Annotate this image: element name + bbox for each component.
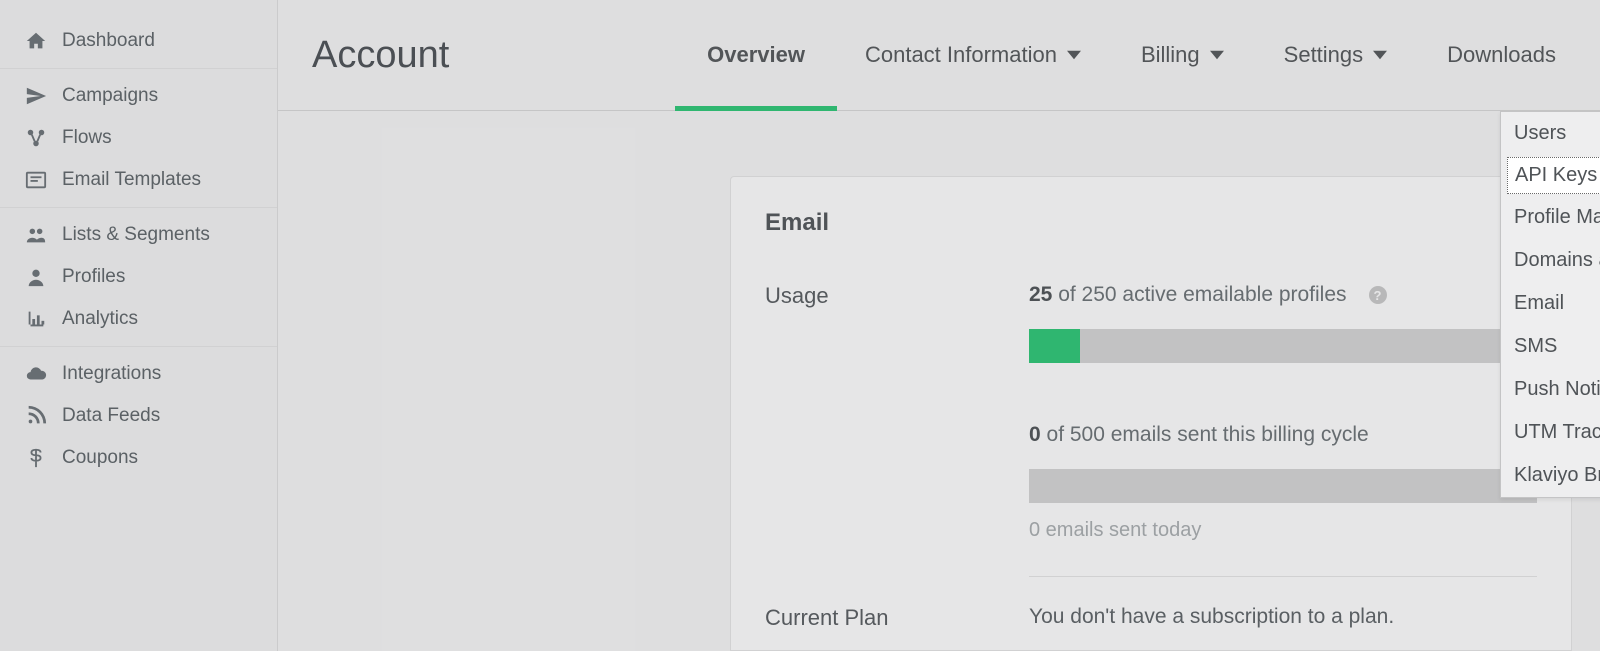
profiles-progress-fill — [1029, 329, 1080, 363]
tab-contact-information[interactable]: Contact Information — [865, 0, 1081, 110]
email-card: Email Usage 25 of 250 active emailable p… — [730, 176, 1572, 651]
usage-profiles-line: 25 of 250 active emailable profiles ? — [1029, 283, 1537, 307]
profile-icon — [24, 266, 48, 288]
template-icon — [24, 169, 48, 191]
dropdown-item-domains-hosting[interactable]: Domains and Hosting — [1501, 239, 1600, 282]
chevron-down-icon — [1373, 42, 1387, 68]
main-content: Account Overview Contact Information Bil… — [278, 0, 1600, 651]
tab-label: Billing — [1141, 42, 1200, 68]
rss-icon — [24, 405, 48, 427]
emails-suffix: of 500 emails sent this billing cycle — [1041, 423, 1369, 446]
emails-count: 0 — [1029, 423, 1041, 446]
dropdown-item-sms[interactable]: SMS — [1501, 325, 1600, 368]
help-icon[interactable]: ? — [1369, 286, 1387, 304]
sidebar-item-dashboard[interactable]: Dashboard — [0, 20, 277, 62]
sidebar-item-label: Campaigns — [62, 85, 158, 107]
emails-progress-bar — [1029, 469, 1537, 503]
cloud-icon — [24, 363, 48, 385]
topbar: Account Overview Contact Information Bil… — [278, 0, 1600, 111]
dropdown-item-api-keys[interactable]: API Keys — [1507, 157, 1600, 194]
sidebar-item-analytics[interactable]: Analytics — [0, 298, 277, 340]
chevron-down-icon — [1067, 42, 1081, 68]
dropdown-item-klaviyo-branding[interactable]: Klaviyo Branding — [1501, 454, 1600, 497]
tab-label: Downloads — [1447, 42, 1556, 68]
chevron-down-icon — [1210, 42, 1224, 68]
tab-downloads[interactable]: Downloads — [1447, 0, 1556, 110]
tab-overview[interactable]: Overview — [707, 0, 805, 110]
sidebar: Dashboard Campaigns Flows Email Template… — [0, 0, 278, 651]
current-plan-label: Current Plan — [765, 605, 1029, 631]
tab-label: Settings — [1284, 42, 1364, 68]
tab-settings[interactable]: Settings — [1284, 0, 1388, 110]
dropdown-item-users[interactable]: Users — [1501, 112, 1600, 155]
sidebar-item-label: Data Feeds — [62, 405, 160, 427]
settings-dropdown: Users API Keys Profile Maintenance Domai… — [1500, 111, 1600, 498]
dollar-icon — [24, 447, 48, 469]
tab-billing[interactable]: Billing — [1141, 0, 1224, 110]
sidebar-item-label: Dashboard — [62, 30, 155, 52]
dropdown-item-push-notification[interactable]: Push Notification — [1501, 368, 1600, 411]
sidebar-item-campaigns[interactable]: Campaigns — [0, 75, 277, 117]
sidebar-item-label: Lists & Segments — [62, 224, 210, 246]
sidebar-item-integrations[interactable]: Integrations — [0, 353, 277, 395]
sidebar-item-email-templates[interactable]: Email Templates — [0, 159, 277, 201]
sidebar-item-lists-segments[interactable]: Lists & Segments — [0, 214, 277, 256]
sidebar-item-flows[interactable]: Flows — [0, 117, 277, 159]
sidebar-item-profiles[interactable]: Profiles — [0, 256, 277, 298]
current-plan-text: You don't have a subscription to a plan. — [1029, 605, 1537, 629]
emails-sent-today: 0 emails sent today — [1029, 519, 1537, 542]
sidebar-item-label: Analytics — [62, 308, 138, 330]
tab-label: Contact Information — [865, 42, 1057, 68]
divider — [1029, 576, 1537, 577]
chart-icon — [24, 308, 48, 330]
tab-label: Overview — [707, 42, 805, 68]
sidebar-item-label: Coupons — [62, 447, 138, 469]
profiles-progress-bar — [1029, 329, 1537, 363]
sidebar-item-label: Integrations — [62, 363, 161, 385]
usage-label: Usage — [765, 283, 1029, 309]
send-icon — [24, 85, 48, 107]
dropdown-item-utm-tracking[interactable]: UTM Tracking — [1501, 411, 1600, 454]
page-title: Account — [312, 34, 449, 77]
home-icon — [24, 30, 48, 52]
profiles-count: 25 — [1029, 283, 1052, 306]
flow-icon — [24, 127, 48, 149]
tabs: Overview Contact Information Billing Set… — [707, 0, 1556, 110]
profiles-suffix: of 250 active emailable profiles — [1052, 283, 1346, 306]
users-icon — [24, 224, 48, 246]
dropdown-item-email[interactable]: Email — [1501, 282, 1600, 325]
email-heading: Email — [765, 209, 1537, 237]
sidebar-item-label: Flows — [62, 127, 112, 149]
sidebar-item-label: Email Templates — [62, 169, 201, 191]
dropdown-item-profile-maintenance[interactable]: Profile Maintenance — [1501, 196, 1600, 239]
sidebar-item-label: Profiles — [62, 266, 125, 288]
usage-emails-line: 0 of 500 emails sent this billing cycle — [1029, 423, 1537, 447]
sidebar-item-coupons[interactable]: Coupons — [0, 437, 277, 479]
sidebar-item-data-feeds[interactable]: Data Feeds — [0, 395, 277, 437]
